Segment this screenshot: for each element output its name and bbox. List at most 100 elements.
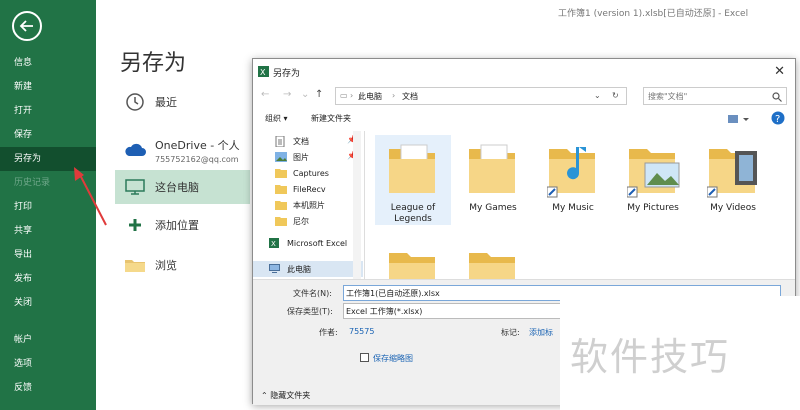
file-item-partial[interactable]: [455, 239, 531, 279]
organize-button[interactable]: 组织 ▾: [265, 113, 288, 124]
breadcrumb-separator-icon: ›: [350, 91, 354, 100]
pc-small-icon: ▭: [340, 91, 348, 100]
back-nav-icon[interactable]: ←: [261, 89, 269, 100]
annotation-arrow-icon: [74, 167, 107, 226]
tree-item-filerecv[interactable]: FileRecv: [253, 181, 363, 197]
tree-item-label: FileRecv: [293, 184, 326, 194]
file-item[interactable]: My Videos: [695, 135, 771, 225]
author-value[interactable]: 75575: [349, 327, 374, 336]
breadcrumb-root[interactable]: 此电脑: [358, 91, 382, 102]
address-dropdown-icon[interactable]: ⌄: [594, 91, 601, 100]
nav-export[interactable]: 导出: [0, 243, 96, 267]
recent-dropdown-icon[interactable]: ⌄: [301, 89, 309, 100]
location-label: OneDrive - 个人: [155, 138, 240, 152]
location-recent[interactable]: 最近: [115, 82, 250, 122]
svg-text:?: ?: [775, 114, 780, 125]
thumbnail-label[interactable]: 保存缩略图: [373, 353, 413, 364]
folder-icon: [125, 260, 145, 272]
nav-open[interactable]: 打开: [0, 99, 96, 123]
tree-item-label: 本机照片: [293, 200, 325, 210]
file-item[interactable]: League of Legends: [375, 135, 451, 225]
file-name: League of Legends: [390, 203, 436, 224]
file-item-partial[interactable]: [375, 239, 451, 279]
folder-icon: [389, 253, 435, 279]
dialog-title: 另存为: [273, 69, 301, 79]
nav-close[interactable]: 关闭: [0, 291, 96, 315]
search-input[interactable]: 搜索"文档": [643, 87, 787, 105]
pictures-folder-icon: [627, 149, 680, 198]
location-label: 添加位置: [155, 219, 199, 232]
tree-item-label: 图片: [293, 152, 309, 162]
tree-scrollbar[interactable]: [353, 131, 361, 279]
tree-item-nier[interactable]: 尼尔: [253, 213, 363, 229]
location-this-pc[interactable]: 这台电脑: [115, 170, 250, 204]
hide-folders-button[interactable]: ⌃ 隐藏文件夹: [261, 390, 310, 401]
music-folder-icon: [547, 147, 595, 198]
videos-folder-icon: [707, 149, 757, 198]
thumbnail-checkbox[interactable]: [360, 353, 369, 362]
tree-item-this-pc[interactable]: 此电脑: [253, 261, 363, 277]
file-item[interactable]: My Pictures: [615, 135, 691, 225]
up-nav-icon[interactable]: ↑: [315, 89, 323, 100]
tree-item-label: Microsoft Excel: [287, 238, 348, 248]
refresh-icon[interactable]: ↻: [612, 91, 619, 100]
back-button[interactable]: [12, 11, 42, 41]
watermark: 软件技巧: [560, 296, 800, 410]
address-row: ← → ⌄ ↑ ▭ › 此电脑 › 文档 ⌄ ↻ 搜索"文档": [253, 85, 795, 107]
nav-options[interactable]: 选项: [0, 352, 96, 376]
file-item[interactable]: My Music: [535, 135, 611, 225]
window-title-bar: 工作簿1 (version 1).xlsb[已自动还原] - Excel: [96, 0, 800, 26]
nav-new[interactable]: 新建: [0, 75, 96, 99]
filetype-label: 保存类型(T):: [287, 307, 333, 316]
file-name: My Videos: [710, 203, 756, 213]
location-browse[interactable]: 浏览: [115, 245, 250, 285]
folder-icon: [275, 217, 287, 226]
new-folder-button[interactable]: 新建文件夹: [311, 113, 351, 124]
breadcrumb-folder[interactable]: 文档: [402, 91, 418, 102]
collapse-chevron-icon: ⌃: [261, 391, 271, 400]
address-bar[interactable]: ▭ › 此电脑 › 文档 ⌄ ↻: [335, 87, 627, 105]
file-name: My Games: [469, 203, 517, 213]
tree-item-captures[interactable]: Captures: [253, 165, 363, 181]
location-add-place[interactable]: 添加位置: [115, 205, 250, 245]
file-list: League of Legends My Games My Music My P…: [371, 131, 791, 279]
folder-icon: [275, 201, 287, 210]
author-label: 作者:: [319, 328, 338, 337]
nav-publish[interactable]: 发布: [0, 267, 96, 291]
location-onedrive[interactable]: OneDrive - 个人 755752162@qq.com: [115, 130, 250, 170]
file-item[interactable]: My Games: [455, 135, 531, 225]
tree-item-label: 此电脑: [287, 264, 311, 274]
excel-icon: X: [269, 238, 279, 248]
cloud-icon: [125, 143, 146, 156]
nav-info[interactable]: 信息: [0, 51, 96, 75]
nav-save[interactable]: 保存: [0, 123, 96, 147]
watermark-text: 软件技巧: [570, 335, 731, 379]
filename-label: 文件名(N):: [293, 289, 332, 298]
navigation-tree: 文档 📌 图片 📌 Captures FileRecv 本机照片 尼尔 X Mi…: [253, 131, 365, 279]
location-label: 浏览: [155, 259, 177, 272]
forward-nav-icon[interactable]: →: [283, 89, 291, 100]
tree-item-label: 尼尔: [293, 216, 309, 226]
tags-label: 标记:: [501, 328, 520, 337]
add-tag-link[interactable]: 添加标: [529, 327, 553, 338]
view-options-icon[interactable]: [727, 113, 749, 125]
computer-icon: [269, 264, 280, 273]
folder-icon: [275, 169, 287, 178]
tree-item-label: 文档: [293, 136, 309, 146]
nav-account[interactable]: 帐户: [0, 328, 96, 352]
folder-icon: [469, 253, 515, 279]
clock-icon: [126, 93, 144, 111]
folder-icon: [389, 144, 435, 193]
tree-item-microsoft-excel[interactable]: X Microsoft Excel: [253, 235, 363, 251]
tree-item-local-photos[interactable]: 本机照片: [253, 197, 363, 213]
close-icon[interactable]: ✕: [774, 64, 785, 79]
tree-item-documents[interactable]: 文档 📌: [253, 133, 363, 149]
svg-text:X: X: [260, 68, 266, 77]
help-icon[interactable]: ?: [771, 111, 785, 125]
location-label: 这台电脑: [155, 181, 199, 194]
hide-folders-label: 隐藏文件夹: [270, 391, 311, 400]
nav-feedback[interactable]: 反馈: [0, 376, 96, 400]
dialog-toolbar: 组织 ▾ 新建文件夹 ?: [253, 109, 795, 129]
tree-item-pictures[interactable]: 图片 📌: [253, 149, 363, 165]
excel-icon: X: [258, 66, 269, 77]
